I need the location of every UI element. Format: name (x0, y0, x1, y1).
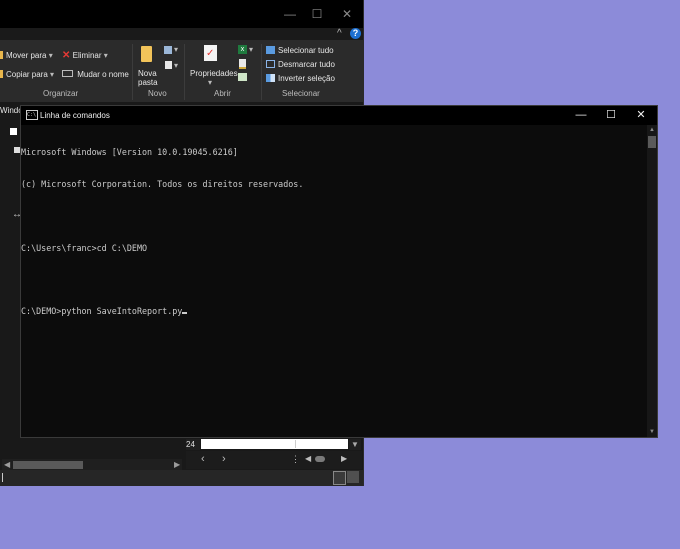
ribbon-collapse-icon[interactable]: ^ (337, 28, 347, 40)
chevron-down-icon: ▾ (249, 45, 254, 54)
preview-scroll-thumb[interactable] (315, 456, 325, 462)
chevron-down-icon: ▾ (174, 45, 179, 54)
group-label-selecionar: Selecionar (282, 89, 320, 98)
rename-button[interactable]: Mudar o nome (62, 69, 129, 80)
chevron-down-icon: ▾ (174, 61, 179, 70)
text-cursor-icon (2, 473, 3, 482)
select-none-button[interactable]: Desmarcar tudo (266, 59, 335, 70)
cmd-close-button[interactable]: ✕ (626, 106, 656, 125)
new-folder-label-2: pasta (138, 78, 158, 87)
folder-move-icon (0, 51, 3, 59)
select-all-label: Selecionar tudo (278, 46, 334, 55)
ribbon-separator (261, 44, 262, 100)
select-none-label: Desmarcar tudo (278, 60, 335, 69)
select-none-icon (266, 60, 275, 68)
preview-strip (201, 439, 348, 449)
invert-selection-button[interactable]: Inverter seleção (266, 73, 335, 84)
group-label-novo: Novo (148, 89, 167, 98)
select-all-icon (266, 46, 275, 54)
delete-label: Eliminar (72, 51, 102, 60)
console-prompt-line[interactable]: C:\DEMO>python SaveIntoReport.py (21, 306, 303, 317)
easy-access-icon[interactable] (165, 61, 172, 69)
rename-icon (62, 70, 73, 77)
group-label-abrir: Abrir (214, 89, 231, 98)
console-line: (c) Microsoft Corporation. Todos os dire… (21, 178, 304, 189)
previous-page-icon[interactable]: ‹ (201, 452, 205, 466)
chevron-down-icon: ▾ (50, 70, 55, 79)
text-cursor (182, 312, 188, 315)
console-output[interactable]: Microsoft Windows [Version 10.0.19045.62… (21, 126, 303, 338)
command-prompt-window: C:\ Linha de comandos — ☐ ✕ Microsoft Wi… (20, 105, 658, 438)
folder-copy-icon (0, 70, 3, 78)
page-number: 24 (186, 439, 200, 450)
new-item-icon[interactable] (164, 46, 172, 54)
details-view-icon[interactable] (333, 471, 346, 485)
explorer-title-bar[interactable]: — ☐ ✕ (0, 0, 363, 28)
cmd-vertical-scrollbar[interactable] (647, 125, 657, 437)
next-page-icon[interactable]: › (222, 452, 226, 466)
select-all-button[interactable]: Selecionar tudo (266, 45, 334, 56)
large-icons-view-icon[interactable] (347, 471, 359, 483)
delete-button[interactable]: ✕ Eliminar ▾ (62, 50, 108, 61)
edit-icon[interactable] (239, 59, 246, 69)
explorer-maximize-button[interactable]: ☐ (307, 5, 327, 23)
chevron-down-icon: ▾ (208, 78, 213, 87)
explorer-minimize-button[interactable]: — (280, 5, 300, 23)
invert-selection-label: Inverter seleção (278, 74, 335, 83)
chevron-down-icon: ▾ (48, 51, 53, 60)
scroll-left-icon[interactable]: ◀ (305, 452, 311, 466)
copy-to-button[interactable]: Copiar para ▾ (0, 69, 54, 80)
invert-selection-icon (266, 74, 275, 82)
rename-label: Mudar o nome (77, 70, 129, 79)
move-to-button[interactable]: Mover para ▾ (0, 50, 53, 61)
move-to-label: Mover para (6, 51, 47, 60)
checkbox-icon[interactable] (10, 128, 17, 135)
console-line: C:\Users\franc>cd C:\DEMO (21, 242, 148, 253)
scrollbar-thumb[interactable] (13, 461, 83, 469)
preview-divider (295, 440, 296, 448)
navigation-pane (0, 105, 22, 455)
scroll-down-icon[interactable]: ▼ (349, 439, 361, 450)
preview-navigation (186, 451, 362, 469)
scroll-down-icon[interactable]: ▼ (648, 428, 656, 436)
new-folder-icon (141, 46, 152, 62)
delete-x-icon: ✕ (62, 50, 71, 61)
console-current-command: C:\DEMO>python SaveIntoReport.py (21, 306, 183, 317)
more-options-icon[interactable]: ⋮ (291, 452, 300, 466)
help-icon[interactable]: ? (350, 28, 361, 39)
history-icon[interactable] (238, 73, 247, 81)
copy-to-label: Copiar para (6, 70, 48, 79)
scroll-up-icon[interactable]: ▲ (648, 126, 656, 134)
chevron-down-icon: ▾ (103, 51, 108, 60)
cmd-scrollbar-thumb[interactable] (648, 136, 656, 148)
cmd-window-title: Linha de comandos (40, 111, 110, 120)
group-label-organizar: Organizar (43, 89, 79, 98)
checkmark-icon: ✓ (206, 48, 215, 59)
explorer-close-button[interactable]: ✕ (337, 5, 357, 23)
console-line: Microsoft Windows [Version 10.0.19045.62… (21, 147, 238, 158)
status-bar (0, 470, 363, 486)
scroll-right-icon[interactable]: ▶ (341, 452, 347, 466)
terminal-icon: C:\ (26, 110, 38, 120)
cmd-maximize-button[interactable]: ☐ (596, 106, 626, 125)
excel-icon[interactable]: x (238, 45, 247, 54)
cmd-title-bar[interactable]: C:\ Linha de comandos — ☐ ✕ (21, 106, 657, 125)
properties-label: Propriedades (190, 69, 238, 78)
cmd-minimize-button[interactable]: — (566, 106, 596, 125)
ribbon-separator (132, 44, 133, 100)
ribbon-separator (184, 44, 185, 100)
